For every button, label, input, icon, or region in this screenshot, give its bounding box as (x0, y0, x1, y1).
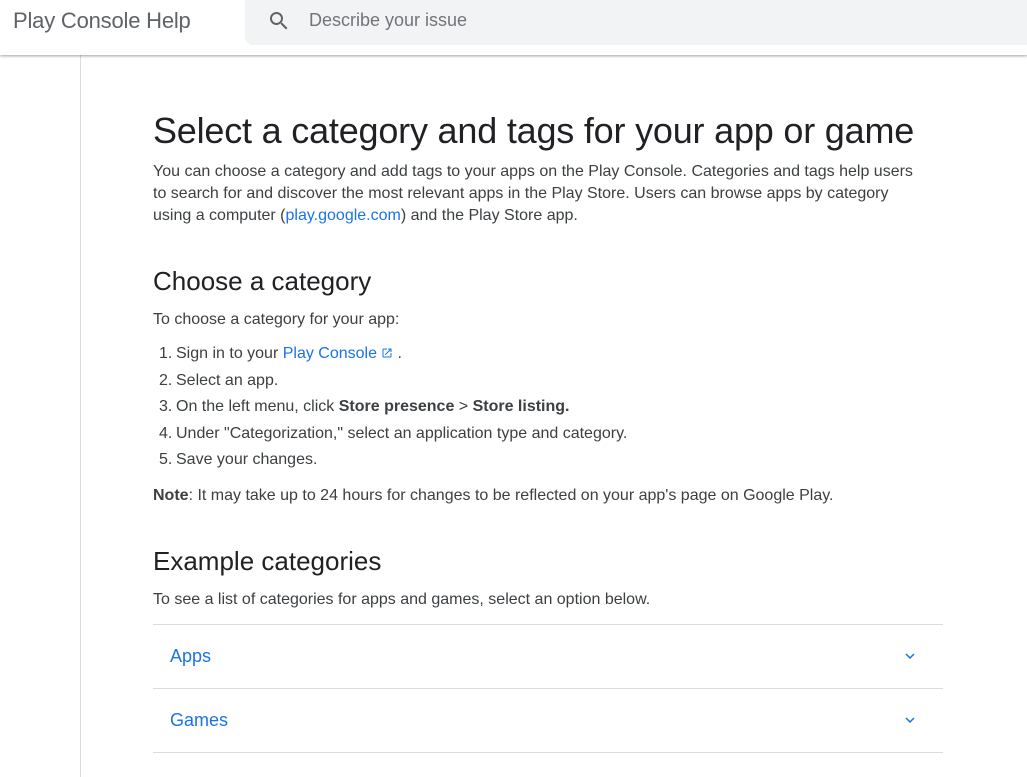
chevron-down-icon[interactable] (901, 711, 919, 729)
step-number: 5. (159, 451, 173, 468)
search-input[interactable] (309, 0, 909, 40)
top-app-bar: Play Console Help (0, 0, 1027, 55)
step-number: 2. (159, 371, 173, 389)
step-text: Save your changes. (176, 451, 318, 468)
step-text-end: . (393, 345, 402, 362)
store-listing-label: Store listing. (472, 398, 570, 415)
section-heading-example-categories: Example categories (153, 546, 382, 576)
section-heading-choose-category: Choose a category (153, 266, 372, 296)
list-item: 3. On the left menu, click Store presence… (153, 396, 627, 423)
step-text: Select an app. (176, 371, 279, 389)
product-title[interactable]: Play Console Help (13, 8, 191, 34)
step-text: On the left menu, click (176, 398, 339, 415)
step-text: Under "Categorization," select an applic… (176, 424, 628, 442)
step-number: 3. (159, 398, 173, 415)
play-google-com-link[interactable]: play.google.com (286, 207, 401, 224)
accordion-item-games[interactable]: Games (153, 689, 943, 753)
step-text: Sign in to your (176, 345, 283, 362)
step-number: 1. (159, 345, 173, 362)
steps-list: 1. Sign in to your Play Console . 2. Selec… (153, 343, 627, 476)
play-console-link-label: Play Console (282, 345, 378, 362)
accordion-label[interactable]: Games (170, 709, 228, 731)
intro-text-end: ) and the Play Store app. (400, 207, 578, 224)
section-lead: To choose a category for your app: (153, 311, 400, 328)
list-item: 2. Select an app. (153, 370, 627, 397)
note-paragraph: Note: It may take up to 24 hours for cha… (153, 485, 834, 507)
note-label: Note (153, 487, 189, 504)
search-icon[interactable] (267, 9, 291, 33)
store-presence-label: Store presence (338, 398, 455, 415)
list-item: 1. Sign in to your Play Console . (153, 343, 627, 370)
search-box[interactable] (245, 0, 1027, 45)
note-text: : It may take up to 24 hours for changes… (188, 487, 834, 504)
intro-paragraph: You can choose a category and add tags t… (153, 161, 923, 227)
list-item: 5. Save your changes. (153, 449, 627, 476)
step-separator: > (454, 398, 473, 415)
play-console-link[interactable]: Play Console (283, 345, 393, 362)
list-item: 4. Under "Categorization," select an appl… (153, 423, 627, 450)
external-link-icon (382, 348, 392, 358)
accordion-item-apps[interactable]: Apps (153, 625, 943, 689)
chevron-down-icon[interactable] (901, 647, 919, 665)
categories-accordion: Apps Games (153, 624, 943, 753)
step-number: 4. (159, 424, 173, 442)
accordion-label[interactable]: Apps (170, 645, 211, 667)
section-lead: To see a list of categories for apps and… (153, 591, 651, 608)
page-title: Select a category and tags for your app … (153, 110, 915, 151)
